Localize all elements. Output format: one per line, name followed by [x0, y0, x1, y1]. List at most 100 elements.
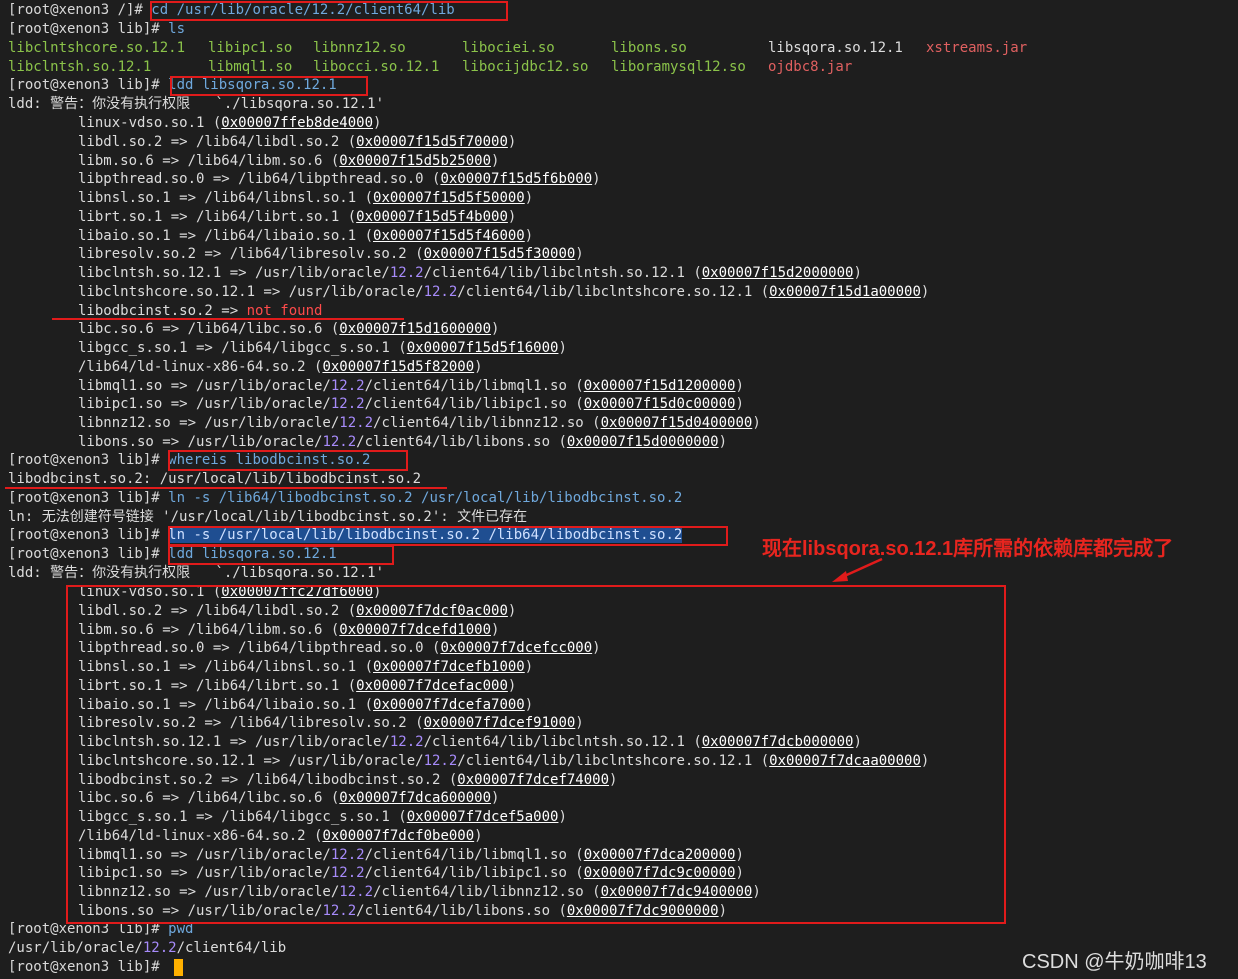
prompt: [root@xenon3 lib]#	[8, 77, 169, 93]
ldd-pre: libnsl.so.1 => /lib64/libnsl.so.1 (	[78, 190, 374, 206]
ls-file-entry: libmql1.so	[208, 59, 293, 75]
ldd-post: )	[920, 283, 930, 300]
ldd-post: )	[373, 115, 382, 131]
ldd-ver: 12.2	[423, 283, 458, 300]
ldd-pre: libdl.so.2 => /lib64/libdl.so.2 (	[78, 133, 357, 150]
ldd-post: )	[558, 340, 567, 356]
ldd-post: )	[507, 208, 517, 225]
ldd-addr: 0x00007f15d5f70000	[356, 133, 508, 150]
ldd-dependency-line: libresolv.so.2 => /lib64/libresolv.so.2 …	[78, 245, 584, 264]
ldd-dependency-line: libm.so.6 => /lib64/libm.so.6 (0x00007f1…	[78, 152, 499, 171]
ldd-dependency-line: libons.so => /usr/lib/oracle/12.2/client…	[78, 433, 727, 452]
ldd-addr: 0x00007f15d5f50000	[373, 190, 525, 206]
ldd-addr: 0x00007f15d5f30000	[423, 246, 576, 263]
pwd-path-version: 12.2	[142, 940, 177, 956]
ldd-dependency-line: libclntshcore.so.12.1 => /usr/lib/oracle…	[78, 283, 929, 302]
ldd-post: )	[491, 321, 500, 338]
prompt-line-ln1: [root@xenon3 lib]# ln -s /lib64/libodbci…	[8, 489, 682, 508]
ldd-mid: /client64/lib/libclntshcore.so.12.1 (	[457, 283, 770, 300]
ldd-addr: 0x00007f15d0000000	[566, 433, 719, 450]
ls-file-entry: libclntshcore.so.12.1	[8, 40, 186, 56]
ldd-pre: libm.so.6 => /lib64/libm.so.6 (	[78, 152, 340, 169]
ldd-post: )	[752, 415, 761, 431]
ldd-dependency-line: libpthread.so.0 => /lib64/libpthread.so.…	[78, 170, 601, 189]
ldd-addr: 0x00007f15d1a00000	[769, 283, 921, 300]
ls-file-entry: libociei.so	[462, 40, 555, 56]
command-ln1: ln -s /lib64/libodbcinst.so.2 /usr/local…	[168, 490, 683, 506]
ldd-pre: libclntshcore.so.12.1 => /usr/lib/oracle…	[78, 283, 424, 300]
ls-file-entry: libsqora.so.12.1	[768, 40, 903, 56]
ldd-mid: /client64/lib/libipc1.so (	[364, 396, 584, 413]
prompt: [root@xenon3 lib]#	[8, 21, 169, 37]
prompt: [root@xenon3 lib]#	[8, 452, 169, 468]
ldd-pre: libclntsh.so.12.1 => /usr/lib/oracle/	[78, 265, 390, 281]
ldd-addr: 0x00007f15d5f6b000	[440, 171, 593, 188]
ldd-mid: /client64/lib/libmql1.so (	[364, 377, 584, 394]
terminal-cursor	[174, 959, 183, 976]
ldd-mid: /client64/lib/libnnz12.so (	[373, 415, 601, 431]
ldd-addr: 0x00007f15d1200000	[583, 377, 736, 394]
ldd-pre: libmql1.so => /usr/lib/oracle/	[78, 377, 331, 394]
ls-file-entry: ojdbc8.jar	[768, 59, 853, 75]
ldd-pre: libpthread.so.0 => /lib64/libpthread.so.…	[78, 171, 441, 188]
pwd-output: /usr/lib/oracle/12.2/client64/lib	[8, 939, 286, 958]
ldd-post: )	[853, 265, 862, 281]
ldd-post: )	[507, 133, 517, 150]
highlight-box-ldd2	[168, 545, 394, 565]
ldd-addr: 0x00007f15d0c00000	[583, 396, 736, 413]
ldd-pre: linux-vdso.so.1 (	[78, 115, 222, 131]
highlight-box-whereis	[168, 450, 408, 471]
ldd-ver: 12.2	[322, 433, 357, 450]
underline-whereis-output	[5, 487, 447, 489]
ldd-dependency-line: libgcc_s.so.1 => /lib64/libgcc_s.so.1 (0…	[78, 339, 567, 358]
highlight-box-cd	[150, 1, 508, 21]
ldd-pre: libnnz12.so => /usr/lib/oracle/	[78, 415, 340, 431]
ldd-post: )	[592, 171, 601, 188]
ldd-post: )	[735, 377, 744, 394]
command-ls: ls	[168, 21, 186, 37]
ldd-dependency-line: libdl.so.2 => /lib64/libdl.so.2 (0x00007…	[78, 133, 516, 152]
ln-error: ln: 无法创建符号链接 '/usr/local/lib/libodbcinst…	[8, 509, 528, 525]
ls-file-entry: liboramysql12.so	[611, 59, 746, 75]
ldd-addr: 0x00007f15d1600000	[339, 321, 492, 338]
ldd-addr: 0x00007f15d2000000	[701, 265, 854, 281]
ldd-pre: librt.so.1 => /lib64/librt.so.1 (	[78, 208, 357, 225]
ls-file-entry: libnnz12.so	[313, 40, 406, 56]
ldd-dependency-line: librt.so.1 => /lib64/librt.so.1 (0x00007…	[78, 208, 516, 227]
ldd-pre: libaio.so.1 => /lib64/libaio.so.1 (	[78, 227, 374, 244]
ldd-dependency-line: libmql1.so => /usr/lib/oracle/12.2/clien…	[78, 377, 744, 396]
prompt-line-ls: [root@xenon3 lib]# ls	[8, 20, 185, 39]
ldd-pre: /lib64/ld-linux-x86-64.so.2 (	[78, 358, 323, 375]
watermark: CSDN @牛奶咖啡13	[1022, 951, 1207, 973]
ldd-mid: /client64/lib/libons.so (	[356, 433, 567, 450]
ldd-dependency-line: libnnz12.so => /usr/lib/oracle/12.2/clie…	[78, 414, 761, 433]
ldd-post: )	[735, 396, 744, 413]
ldd-ver: 12.2	[330, 396, 365, 413]
ldd-addr: 0x00007ffeb8de4000	[221, 115, 374, 131]
ldd-post: )	[524, 190, 534, 206]
ldd-ver: 12.2	[389, 265, 424, 281]
ldd-warning: ldd: 警告：你没有执行权限 `./libsqora.so.12.1'	[8, 96, 385, 112]
ldd-pre: libipc1.so => /usr/lib/oracle/	[78, 396, 331, 413]
ldd-nf: not found	[246, 302, 323, 319]
ldd-ver: 12.2	[339, 415, 374, 431]
ls-file-entry: xstreams.jar	[926, 40, 1028, 56]
ls-file-entry: libipc1.so	[208, 40, 293, 56]
ldd-mid: /client64/lib/libclntsh.so.12.1 (	[423, 265, 702, 281]
prompt: [root@xenon3 lib]#	[8, 527, 169, 543]
ldd-addr: 0x00007f15d5b25000	[339, 152, 492, 169]
ldd-addr: 0x00007f15d5f82000	[322, 358, 475, 375]
ldd-addr: 0x00007f15d5f46000	[373, 227, 525, 244]
ldd-addr: 0x00007f15d5f4b000	[356, 208, 508, 225]
ldd-pre: libc.so.6 => /lib64/libc.so.6 (	[78, 321, 340, 338]
underline-not-found	[52, 318, 404, 320]
ldd-dependency-line: linux-vdso.so.1 (0x00007ffeb8de4000)	[78, 114, 381, 133]
prompt-line-final: [root@xenon3 lib]#	[8, 958, 168, 977]
ldd-dependency-line: libc.so.6 => /lib64/libc.so.6 (0x00007f1…	[78, 320, 499, 339]
ldd-dependency-line: libclntsh.so.12.1 => /usr/lib/oracle/12.…	[78, 264, 862, 283]
ldd-post: )	[718, 433, 728, 450]
ls-file-entry: libocci.so.12.1	[313, 59, 440, 75]
annotation-arrow-icon	[832, 557, 883, 582]
ldd-dependency-line: /lib64/ld-linux-x86-64.so.2 (0x00007f15d…	[78, 358, 483, 377]
ldd-post: )	[491, 152, 500, 169]
